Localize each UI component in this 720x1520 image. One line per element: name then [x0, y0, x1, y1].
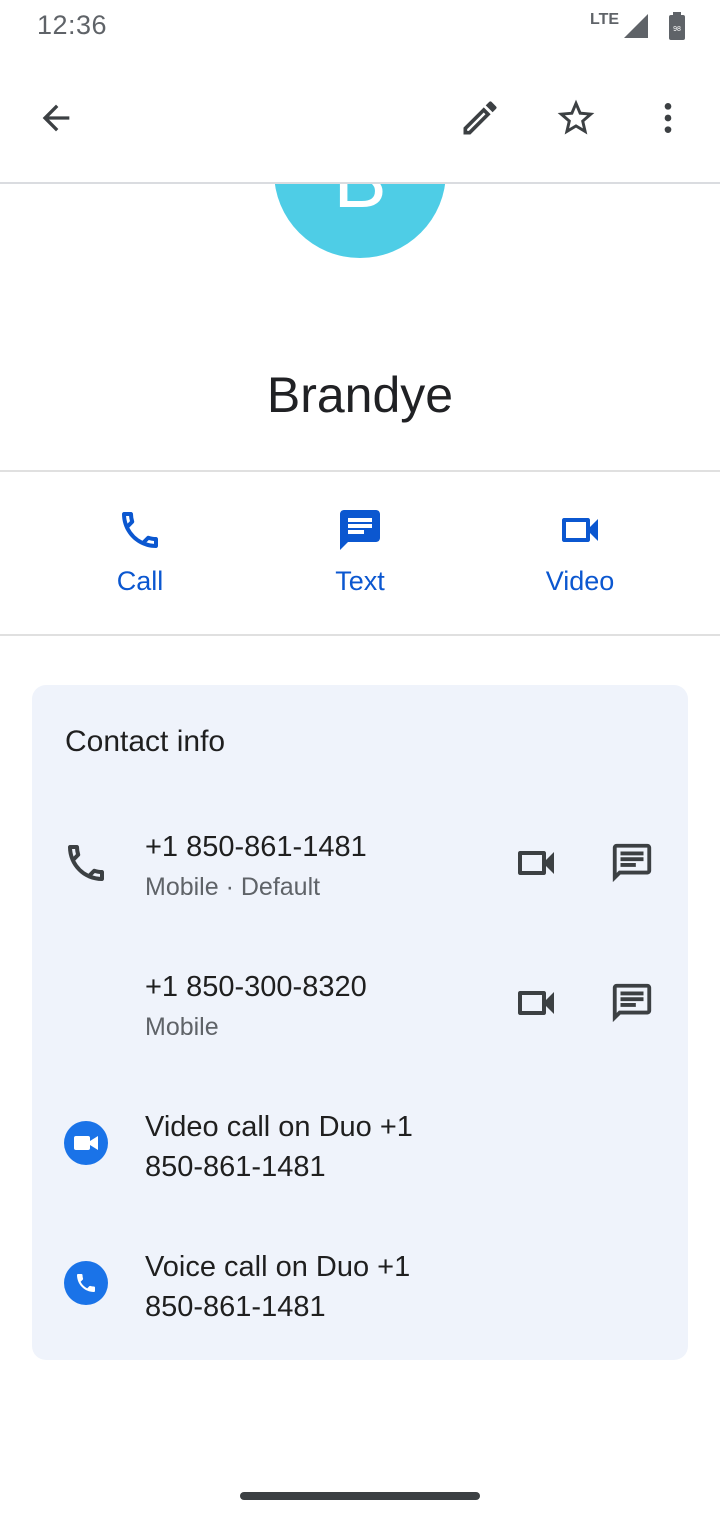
- duo-voice-call-row[interactable]: Voice call on Duo +1 850-861-1481: [32, 1235, 688, 1345]
- more-vert-icon: [664, 103, 672, 133]
- phone-row[interactable]: +1 850-861-1481 Mobile · Default: [32, 815, 688, 925]
- videocam-icon: [518, 851, 554, 875]
- phone-row[interactable]: +1 850-300-8320 Mobile: [32, 955, 688, 1065]
- message-icon: [612, 983, 652, 1023]
- text-label: Text: [335, 566, 385, 596]
- video-action-button[interactable]: Video: [500, 500, 660, 597]
- signal-icon: [622, 12, 650, 45]
- contact-info-title: Contact info: [65, 725, 226, 758]
- edit-button[interactable]: [448, 86, 512, 150]
- back-button[interactable]: [24, 86, 88, 150]
- video-call-button[interactable]: [506, 833, 566, 893]
- favorite-button[interactable]: [544, 86, 608, 150]
- send-message-button[interactable]: [602, 833, 662, 893]
- duo-video-icon: [62, 1119, 110, 1172]
- phone-icon: [122, 512, 158, 548]
- message-icon: [340, 510, 380, 550]
- divider: [0, 634, 720, 636]
- video-label: Video: [545, 566, 615, 596]
- network-type: LTE: [590, 11, 620, 28]
- duo-video-line2: 850-861-1481: [145, 1151, 326, 1183]
- battery-level: 98: [673, 26, 681, 33]
- status-bar: 12:36 LTE 98: [0, 0, 720, 56]
- phone-type: Mobile · Default: [145, 873, 321, 901]
- duo-video-line1: Video call on Duo +1: [145, 1111, 413, 1143]
- message-icon: [612, 843, 652, 883]
- video-call-button[interactable]: [506, 973, 566, 1033]
- gesture-navigation-bar[interactable]: [240, 1492, 480, 1500]
- divider: [0, 470, 720, 472]
- videocam-icon: [562, 518, 598, 542]
- duo-video-call-row[interactable]: Video call on Duo +1 850-861-1481: [32, 1095, 688, 1205]
- call-label: Call: [116, 566, 164, 596]
- duo-phone-icon: [62, 1259, 110, 1312]
- duo-voice-line2: 850-861-1481: [145, 1291, 326, 1323]
- text-action-button[interactable]: Text: [280, 500, 440, 597]
- phone-type: Mobile: [145, 1013, 219, 1041]
- phone-icon: [62, 839, 110, 892]
- star-outline-icon: [557, 99, 595, 135]
- call-action-button[interactable]: Call: [60, 500, 220, 597]
- phone-number: +1 850-300-8320: [145, 971, 367, 1003]
- send-message-button[interactable]: [602, 973, 662, 1033]
- pencil-icon: [463, 101, 497, 135]
- status-time: 12:36: [37, 10, 108, 40]
- battery-icon: 98: [668, 12, 686, 45]
- contact-name: Brandye: [266, 367, 454, 423]
- arrow-back-icon: [42, 104, 70, 132]
- videocam-icon: [518, 991, 554, 1015]
- contact-info-card: Contact info +1 850-861-1481 Mobile · De…: [32, 685, 688, 1360]
- phone-number: +1 850-861-1481: [145, 831, 367, 863]
- top-app-bar: [0, 56, 720, 184]
- duo-voice-line1: Voice call on Duo +1: [145, 1251, 411, 1283]
- more-options-button[interactable]: [636, 86, 700, 150]
